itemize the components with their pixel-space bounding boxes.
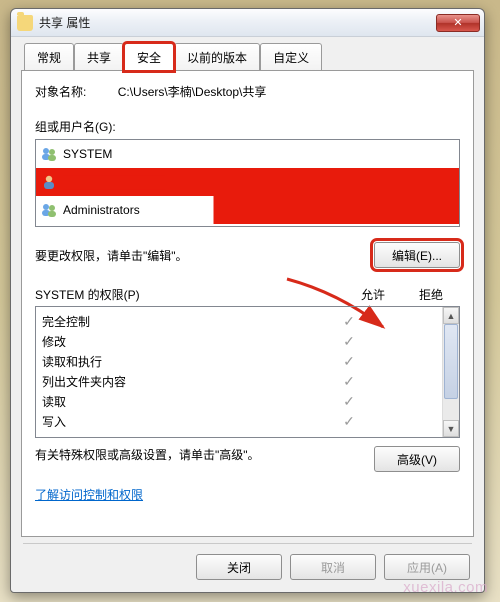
list-item[interactable]: ████████████ bbox=[36, 168, 459, 196]
permission-row[interactable]: 读取 ✓ bbox=[36, 391, 442, 411]
permissions-listbox[interactable]: 完全控制 ✓ 修改 ✓ 读取和执行 ✓ 列出文 bbox=[35, 306, 460, 438]
permission-row[interactable]: 修改 ✓ bbox=[36, 331, 442, 351]
list-item-label: Administrators bbox=[63, 203, 140, 217]
list-item-label: ████████████ bbox=[63, 175, 165, 189]
permissions-col-allow: 允许 bbox=[344, 286, 402, 303]
scroll-up-button[interactable]: ▲ bbox=[443, 307, 459, 324]
object-row: 对象名称: C:\Users\李楠\Desktop\共享 bbox=[35, 83, 460, 100]
permission-name: 完全控制 bbox=[42, 313, 320, 330]
advanced-hint-text: 有关特殊权限或高级设置，请单击"高级"。 bbox=[35, 446, 374, 472]
list-item-label: SYSTEM bbox=[63, 147, 112, 161]
permission-row[interactable]: 完全控制 ✓ bbox=[36, 311, 442, 331]
advanced-row: 有关特殊权限或高级设置，请单击"高级"。 高级(V) bbox=[35, 446, 460, 472]
scroll-down-button[interactable]: ▼ bbox=[443, 420, 459, 437]
users-icon bbox=[40, 201, 58, 219]
cancel-button[interactable]: 取消 bbox=[290, 554, 376, 580]
scrollbar[interactable]: ▲ ▼ bbox=[442, 307, 459, 437]
permission-row[interactable]: 写入 ✓ bbox=[36, 411, 442, 431]
tab-general-label: 常规 bbox=[37, 51, 61, 65]
edit-row: 要更改权限，请单击"编辑"。 编辑(E)... bbox=[35, 242, 460, 268]
advanced-button[interactable]: 高级(V) bbox=[374, 446, 460, 472]
check-icon: ✓ bbox=[320, 373, 378, 390]
permissions-body: 完全控制 ✓ 修改 ✓ 读取和执行 ✓ 列出文 bbox=[36, 307, 442, 437]
group-users-label: 组或用户名(G): bbox=[35, 118, 460, 135]
tab-previous-versions[interactable]: 以前的版本 bbox=[174, 43, 260, 71]
check-icon: ✓ bbox=[320, 333, 378, 350]
titlebar[interactable]: 共享 属性 ✕ bbox=[11, 9, 484, 37]
edit-hint-text: 要更改权限，请单击"编辑"。 bbox=[35, 247, 374, 264]
folder-icon bbox=[17, 15, 33, 31]
close-icon: ✕ bbox=[453, 16, 462, 29]
tab-previous-label: 以前的版本 bbox=[187, 51, 247, 65]
tab-security-label: 安全 bbox=[137, 51, 161, 65]
tab-custom[interactable]: 自定义 bbox=[260, 43, 322, 71]
permission-name: 读取 bbox=[42, 393, 320, 410]
permissions-header: SYSTEM 的权限(P) 允许 拒绝 bbox=[35, 286, 460, 303]
list-item[interactable]: Administrators bbox=[36, 196, 459, 224]
close-footer-button[interactable]: 关闭 bbox=[196, 554, 282, 580]
close-button[interactable]: ✕ bbox=[436, 14, 480, 32]
learn-access-control-link[interactable]: 了解访问控制和权限 bbox=[35, 486, 460, 503]
cancel-label: 取消 bbox=[321, 561, 345, 575]
users-icon bbox=[40, 145, 58, 163]
tab-security[interactable]: 安全 bbox=[124, 43, 174, 71]
permission-name: 写入 bbox=[42, 413, 320, 430]
check-icon: ✓ bbox=[320, 353, 378, 370]
edit-button[interactable]: 编辑(E)... bbox=[374, 242, 460, 268]
window-title: 共享 属性 bbox=[39, 14, 90, 31]
object-name-label: 对象名称: bbox=[35, 85, 86, 99]
permissions-title: SYSTEM 的权限(P) bbox=[35, 286, 344, 303]
permission-name: 列出文件夹内容 bbox=[42, 373, 320, 390]
user-icon bbox=[40, 173, 58, 191]
permission-name: 读取和执行 bbox=[42, 353, 320, 370]
properties-dialog: 共享 属性 ✕ 常规 共享 安全 以前的版本 自定义 对象名称: C:\User… bbox=[10, 8, 485, 593]
tab-general[interactable]: 常规 bbox=[24, 43, 74, 71]
check-icon: ✓ bbox=[320, 313, 378, 330]
permission-row[interactable]: 读取和执行 ✓ bbox=[36, 351, 442, 371]
list-item[interactable]: SYSTEM bbox=[36, 140, 459, 168]
close-footer-label: 关闭 bbox=[227, 561, 251, 575]
link-label: 了解访问控制和权限 bbox=[35, 488, 143, 502]
tab-sharing-label: 共享 bbox=[87, 51, 111, 65]
object-path: C:\Users\李楠\Desktop\共享 bbox=[118, 83, 267, 100]
edit-button-label: 编辑(E)... bbox=[392, 249, 442, 263]
permission-name: 修改 bbox=[42, 333, 320, 350]
tab-strip: 常规 共享 安全 以前的版本 自定义 bbox=[21, 43, 474, 71]
footer: 关闭 取消 应用(A) bbox=[11, 544, 484, 592]
group-users-listbox[interactable]: SYSTEM ████████████ Administrators bbox=[35, 139, 460, 227]
apply-label: 应用(A) bbox=[407, 561, 447, 575]
apply-button[interactable]: 应用(A) bbox=[384, 554, 470, 580]
check-icon: ✓ bbox=[320, 413, 378, 430]
check-icon: ✓ bbox=[320, 393, 378, 410]
permission-row[interactable]: 列出文件夹内容 ✓ bbox=[36, 371, 442, 391]
security-panel: 对象名称: C:\Users\李楠\Desktop\共享 组或用户名(G): S… bbox=[21, 70, 474, 537]
advanced-button-label: 高级(V) bbox=[397, 453, 437, 467]
permissions-col-deny: 拒绝 bbox=[402, 286, 460, 303]
scroll-track[interactable] bbox=[443, 324, 459, 420]
scroll-thumb[interactable] bbox=[444, 324, 458, 399]
tab-custom-label: 自定义 bbox=[273, 51, 309, 65]
content-area: 常规 共享 安全 以前的版本 自定义 对象名称: C:\Users\李楠\Des… bbox=[11, 37, 484, 543]
tab-sharing[interactable]: 共享 bbox=[74, 43, 124, 71]
